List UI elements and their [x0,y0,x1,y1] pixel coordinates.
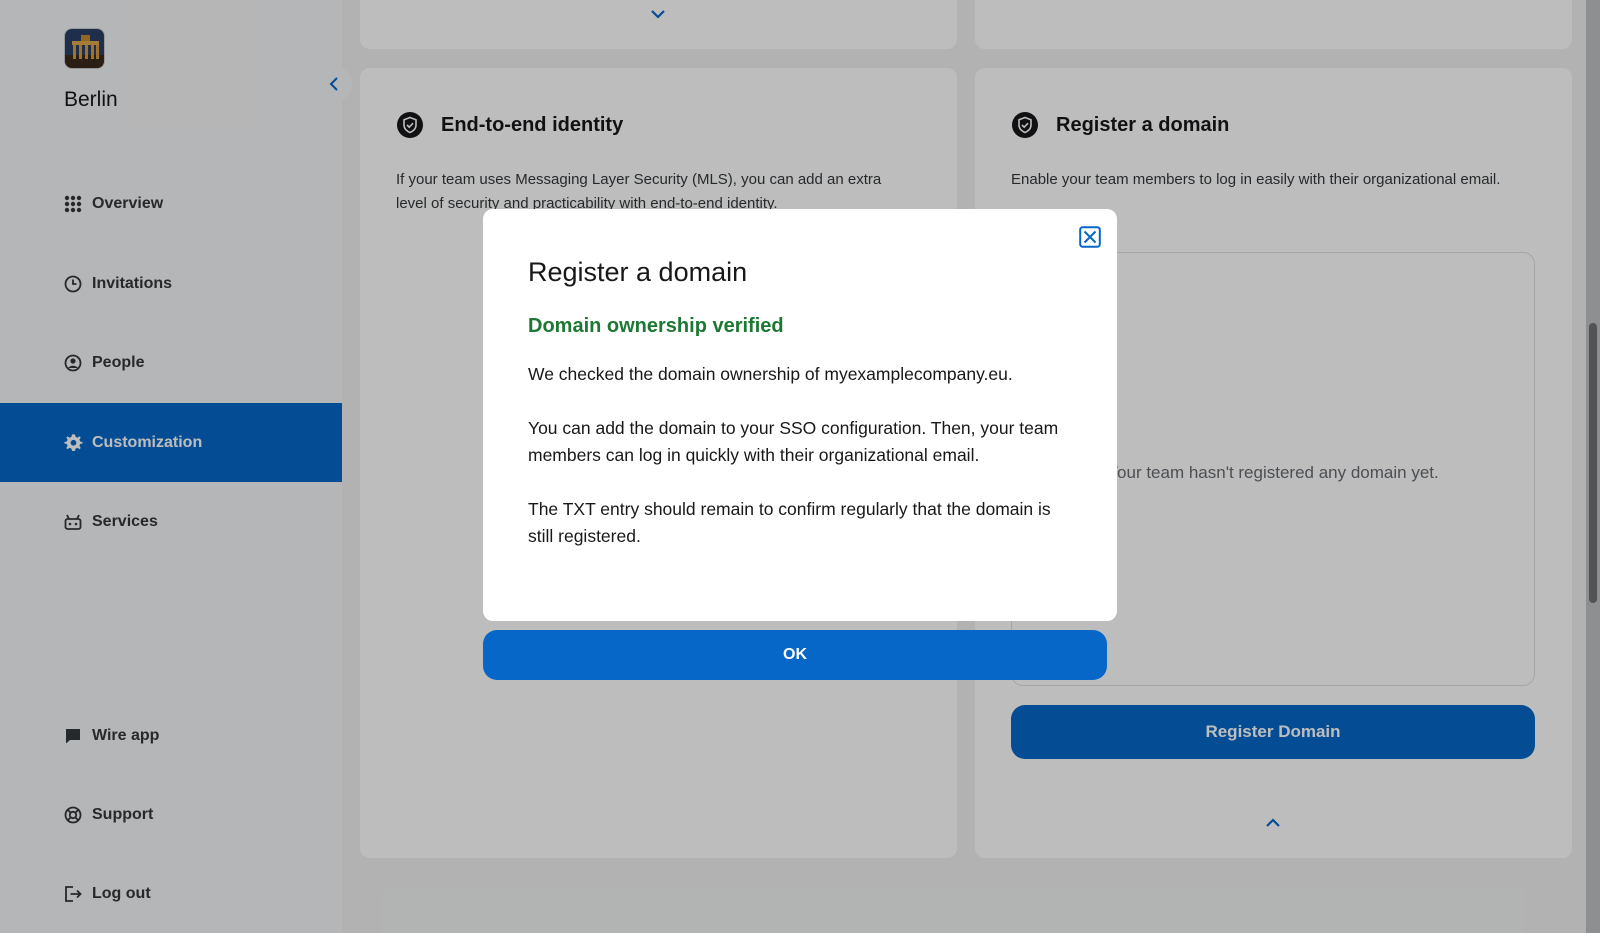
modal-success-message: Domain ownership verified [528,315,784,337]
modal-paragraph: We checked the domain ownership of myexa… [528,364,1013,384]
modal-body: We checked the domain ownership of myexa… [528,361,1078,577]
close-icon[interactable] [1079,226,1101,248]
register-domain-modal: Register a domain Domain ownership verif… [483,209,1117,621]
modal-paragraph: You can add the domain to your SSO confi… [528,418,1059,465]
ok-button[interactable]: OK [483,630,1107,680]
modal-paragraph: The TXT entry should remain to confirm r… [528,499,1051,546]
modal-title: Register a domain [528,257,748,287]
